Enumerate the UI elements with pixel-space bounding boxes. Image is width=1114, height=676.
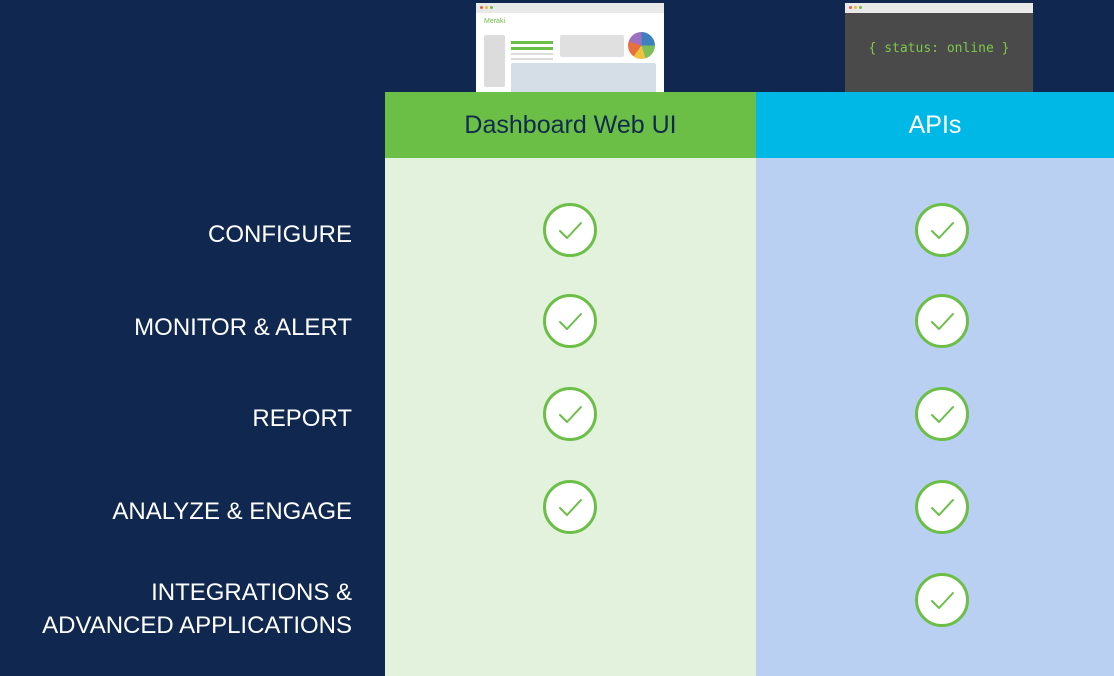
check-circle-icon [914, 386, 970, 442]
row-label-line: ADVANCED APPLICATIONS [42, 612, 352, 639]
check-circle-icon [914, 202, 970, 258]
row-label-report: REPORT [252, 405, 352, 432]
line-placeholder [511, 41, 553, 44]
line-placeholder [511, 47, 553, 50]
dashboard-column-header: Dashboard Web UI [385, 92, 756, 158]
api-terminal-thumbnail: { status: online } [845, 3, 1033, 92]
check-circle-icon [914, 572, 970, 628]
panel-placeholder [511, 63, 656, 92]
check-circle-icon [914, 479, 970, 535]
pie-chart-icon [628, 32, 655, 59]
check-circle-icon [542, 293, 598, 349]
content-placeholder [560, 35, 624, 57]
row-label-integrations: INTEGRATIONS & ADVANCED APPLICATIONS [0, 576, 352, 642]
browser-bar [845, 3, 1033, 13]
check-circle-icon [542, 202, 598, 258]
browser-bar [476, 3, 664, 13]
check-circle-icon [542, 386, 598, 442]
line-placeholder [511, 58, 553, 60]
line-placeholder [511, 53, 553, 55]
row-label-configure: CONFIGURE [208, 221, 352, 248]
row-label-monitor-alert: MONITOR & ALERT [134, 314, 352, 341]
row-label-line: INTEGRATIONS & [151, 579, 352, 606]
dashboard-screenshot-thumbnail: Meraki [476, 3, 664, 92]
row-label-analyze-engage: ANALYZE & ENGAGE [112, 498, 352, 525]
terminal-output: { status: online } [868, 41, 1010, 56]
check-circle-icon [542, 479, 598, 535]
dashboard-column: Dashboard Web UI [385, 92, 756, 676]
check-circle-icon [914, 293, 970, 349]
api-column-header: APIs [756, 92, 1114, 158]
sidebar-placeholder [484, 35, 505, 87]
brand-logo: Meraki [484, 18, 506, 25]
